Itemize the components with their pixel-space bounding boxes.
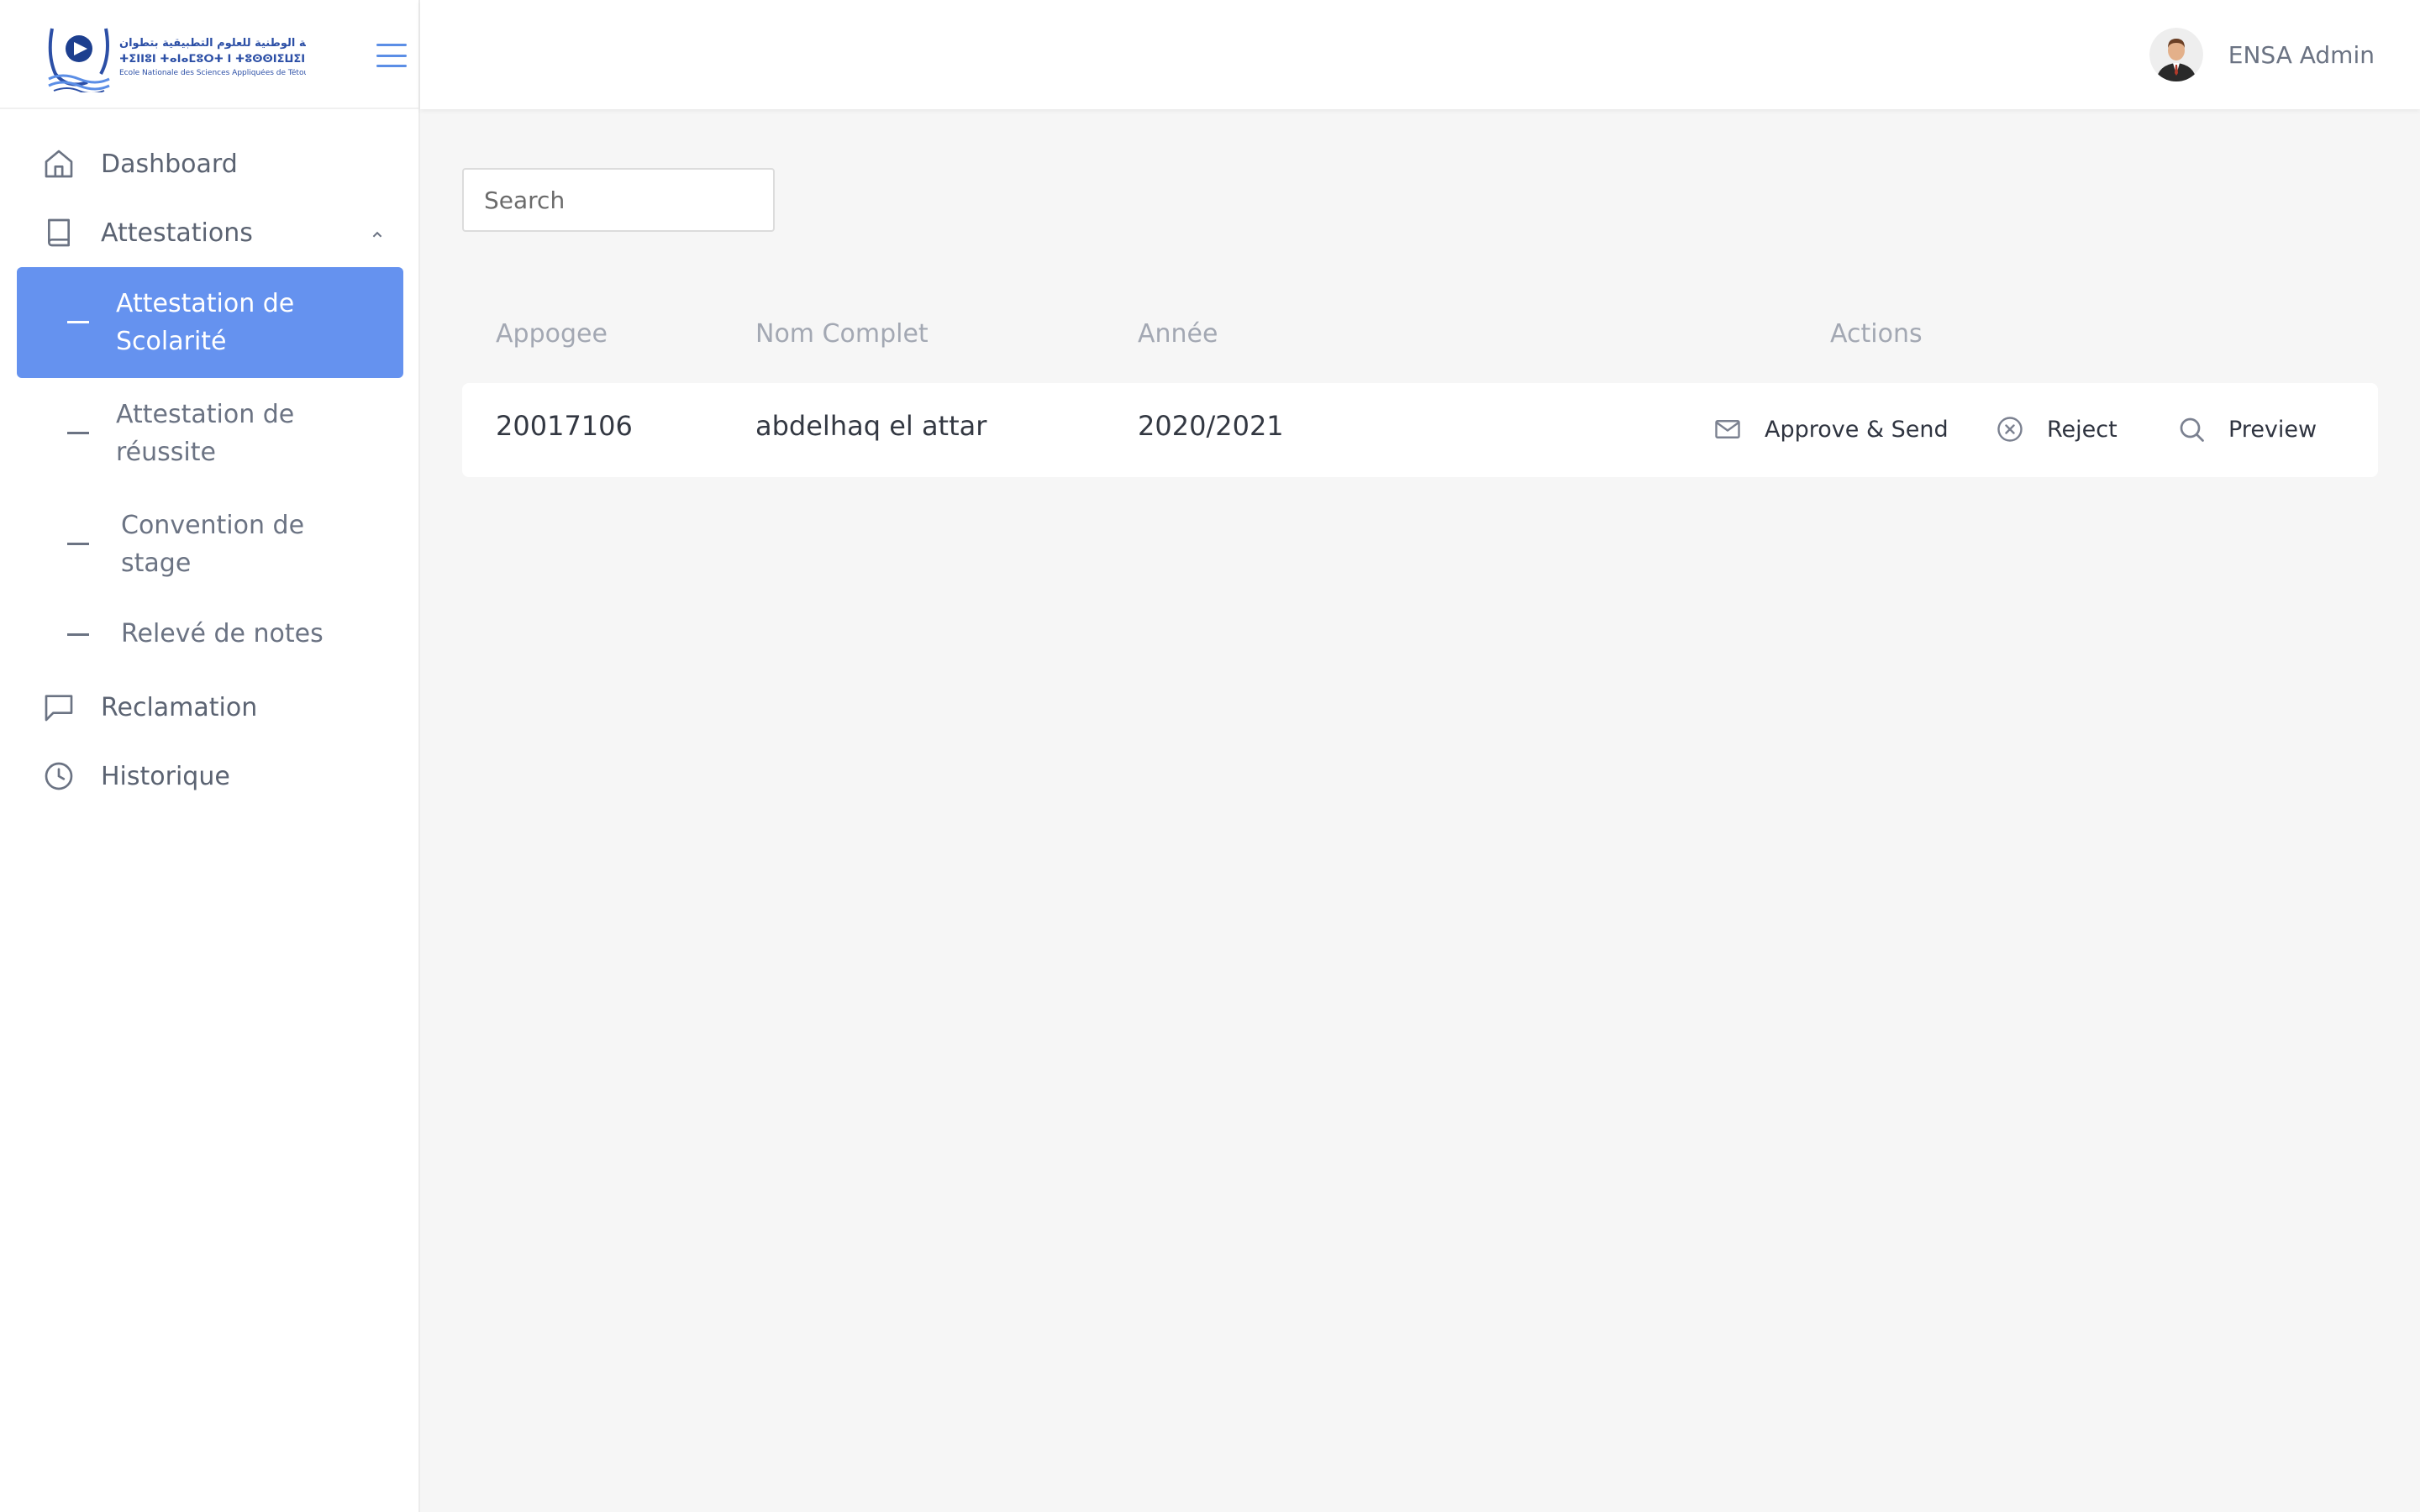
dash-icon (67, 633, 89, 636)
preview-label: Preview (2228, 416, 2317, 443)
avatar (2149, 28, 2203, 81)
column-header-appogee: Appogee (496, 319, 608, 349)
sidebar-item-label: Attestations (101, 218, 253, 248)
approve-send-button[interactable]: Approve & Send (1712, 408, 1949, 450)
dash-icon (67, 432, 89, 434)
logo-text-tifinagh: ⵜⵉⵏⵏⵓⵏ ⵜⴰⵏⴰⵎⵓⵔⵜ ⵏ ⵜⵓⵙⵙⵏⵉⵡⵉⵏ ⵜⵉⵡⵙⵙⴰⵏ (119, 52, 306, 66)
preview-button[interactable]: Preview (2176, 408, 2317, 450)
sidebar-item-attestations[interactable]: Attestations (17, 203, 403, 262)
search-input[interactable] (462, 168, 775, 232)
sidebar-item-label: Historique (101, 761, 230, 791)
approve-send-label: Approve & Send (1765, 416, 1949, 443)
submenu-item-label: Convention de stage (121, 511, 305, 578)
dash-icon (67, 321, 89, 323)
menu-toggle-icon[interactable] (376, 44, 407, 67)
clock-icon (45, 762, 73, 790)
submenu-item-label: Attestation de Scolarité (116, 289, 295, 356)
column-header-actions: Actions (1830, 319, 1923, 349)
school-logo-mark (48, 28, 110, 92)
reject-label: Reject (2047, 416, 2118, 443)
sidebar-item-historique[interactable]: Historique (17, 747, 403, 806)
reject-button[interactable]: Reject (1995, 408, 2118, 450)
sidebar-item-reclamation[interactable]: Reclamation (17, 678, 403, 737)
user-menu[interactable]: ENSA Admin (2149, 25, 2375, 84)
brand-bar: المدرسة الوطنية للعلوم التطبيقية بتطوان … (0, 0, 418, 109)
x-circle-icon (1997, 417, 2023, 442)
submenu-item-label: Attestation de réussite (116, 400, 295, 467)
home-icon (45, 150, 73, 178)
sidebar-item-dashboard[interactable]: Dashboard (17, 134, 403, 193)
submenu-item-attestation-scolarite[interactable]: Attestation de Scolarité (17, 267, 403, 378)
column-header-annee: Année (1138, 319, 1218, 349)
submenu-item-label: Relevé de notes (121, 619, 324, 648)
search-icon (2180, 417, 2204, 442)
column-header-nom-complet: Nom Complet (755, 319, 929, 349)
chat-icon (45, 695, 73, 722)
submenu-item-convention-stage[interactable]: Convention de stage (17, 489, 403, 600)
chevron-up-icon (372, 231, 382, 238)
cell-appogee: 20017106 (496, 410, 633, 442)
logo-text-french: Ecole Nationale des Sciences Appliquées … (119, 68, 306, 77)
school-logo[interactable]: المدرسة الوطنية للعلوم التطبيقية بتطوان … (45, 22, 309, 92)
cell-nom-complet: abdelhaq el attar (755, 410, 987, 442)
book-icon (48, 218, 70, 247)
sidebar-item-label: Reclamation (101, 692, 258, 722)
sidebar: المدرسة الوطنية للعلوم التطبيقية بتطوان … (0, 0, 420, 1512)
mail-icon (1715, 420, 1740, 438)
submenu-item-attestation-reussite[interactable]: Attestation de réussite (17, 378, 403, 489)
submenu-item-releve-notes[interactable]: Relevé de notes (17, 600, 403, 669)
cell-annee: 2020/2021 (1138, 410, 1284, 442)
top-bar: ENSA Admin (420, 0, 2420, 109)
user-name: ENSA Admin (2228, 40, 2375, 69)
logo-text-arabic: المدرسة الوطنية للعلوم التطبيقية بتطوان (119, 36, 306, 50)
table-row: 20017106 abdelhaq el attar 2020/2021 App… (462, 383, 2378, 477)
sidebar-item-label: Dashboard (101, 149, 238, 179)
dash-icon (67, 543, 89, 545)
